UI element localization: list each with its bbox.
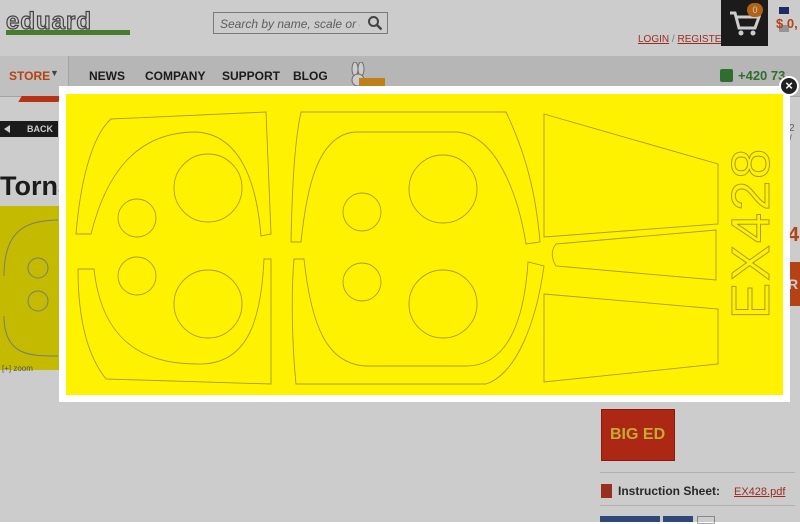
close-icon[interactable]: × <box>779 76 799 96</box>
lightbox-modal: EX428 <box>59 86 790 402</box>
mask-sheet-image: EX428 <box>66 94 783 395</box>
mask-outlines <box>75 111 719 385</box>
mask-code-label: EX428 <box>721 146 782 319</box>
